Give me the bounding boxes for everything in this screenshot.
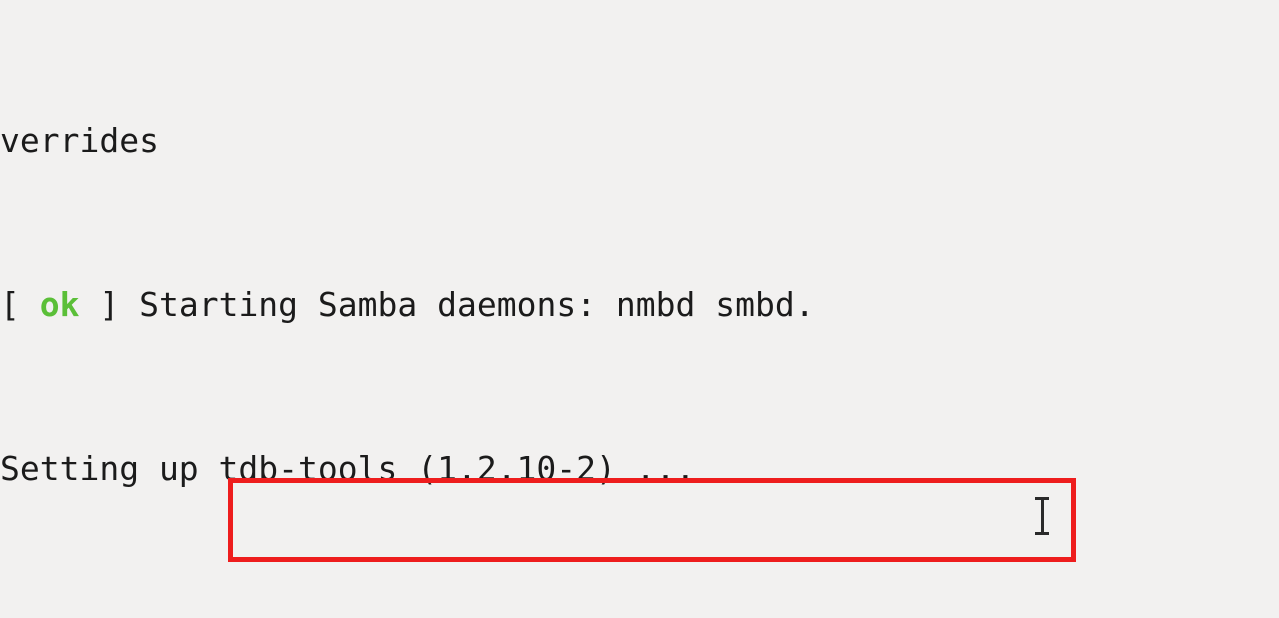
terminal-window[interactable]: verrides [ ok ] Starting Samba daemons: …	[0, 0, 1279, 618]
status-message: ] Starting Samba daemons: nmbd smbd.	[79, 285, 815, 324]
status-bracket-open: [	[0, 285, 40, 324]
terminal-line: update-alternatives: using /usr/bin/tdbb…	[0, 612, 1279, 618]
terminal-line: Setting up tdb-tools (1.2.10-2) ...	[0, 448, 1279, 489]
terminal-line: verrides	[0, 120, 1279, 161]
terminal-output[interactable]: verrides [ ok ] Starting Samba daemons: …	[0, 0, 1279, 618]
terminal-line-service-status: [ ok ] Starting Samba daemons: nmbd smbd…	[0, 284, 1279, 325]
output-text: update-alternatives: using /usr/bin/tdbb…	[0, 613, 1192, 618]
output-text: verrides	[0, 121, 159, 160]
output-text: Setting up tdb-tools (1.2.10-2) ...	[0, 449, 696, 488]
status-badge-ok: ok	[39, 285, 80, 324]
